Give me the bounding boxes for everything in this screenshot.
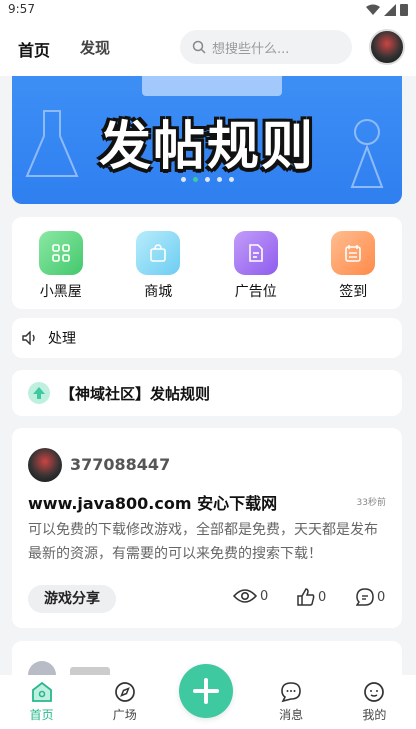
comment-button[interactable]: 0 (356, 588, 385, 606)
likes-count: 0 (318, 589, 327, 605)
tab-discover[interactable]: 发现 (80, 37, 110, 58)
battery-icon (400, 4, 408, 16)
plus-icon (193, 678, 219, 704)
document-icon (233, 231, 278, 275)
post-body[interactable]: 可以免费的下载修改游戏，全部都是免费，天天都是发布最新的资源，有需要的可以来免费… (28, 518, 388, 566)
avatar[interactable] (369, 29, 405, 65)
wifi-icon (366, 4, 380, 15)
carousel-dot-active[interactable] (192, 177, 198, 182)
tab-label: 消息 (279, 708, 304, 722)
quick-link-ads[interactable]: 广告位 (221, 231, 291, 309)
tab-label: 我的 (362, 708, 387, 722)
eye-icon (233, 589, 257, 603)
post-username[interactable]: 377088447 (70, 455, 170, 474)
tab-bar-profile[interactable]: 我的 (333, 675, 416, 729)
tab-bar-home[interactable]: 首页 (0, 675, 83, 729)
calendar-icon (331, 231, 376, 275)
comment-icon (356, 588, 374, 606)
chat-icon (281, 682, 301, 703)
notice-bar[interactable]: 处理 (12, 318, 402, 358)
like-button[interactable]: 0 (297, 588, 326, 606)
quick-link-label: 签到 (339, 284, 368, 300)
notice-text: 处理 (48, 331, 76, 347)
post-avatar[interactable] (28, 448, 62, 482)
quick-link-checkin[interactable]: 签到 (318, 231, 388, 309)
carousel-dot[interactable] (228, 177, 234, 182)
views-count: 0 (260, 588, 269, 604)
tab-home[interactable]: 首页 (18, 37, 51, 61)
banner-decoration (142, 76, 282, 96)
banner-title: 发帖规则 (98, 117, 315, 177)
compass-icon (114, 682, 135, 702)
carousel-dot[interactable] (216, 177, 222, 182)
views-stat[interactable]: 0 (233, 588, 268, 604)
search-input[interactable]: 想搜些什么... (180, 30, 352, 64)
rules-banner[interactable]: 【神域社区】发帖规则 (12, 370, 402, 416)
post-tag[interactable]: 游戏分享 (28, 585, 116, 613)
status-icons (366, 3, 408, 16)
carousel-dot[interactable] (180, 177, 186, 182)
home-icon (31, 681, 52, 702)
grid-icon (38, 231, 83, 275)
quick-link-label: 商城 (144, 284, 173, 300)
face-icon (364, 682, 385, 702)
top-header: 首页 发现 想搜些什么... (0, 20, 416, 76)
post-card[interactable]: 377088447 www.java800.com 安心下载网 33秒前 可以免… (12, 428, 402, 628)
comments-count: 0 (377, 589, 386, 605)
tab-bar-square[interactable]: 广场 (83, 675, 166, 729)
banner-carousel[interactable]: 发帖规则 (12, 76, 402, 204)
arrow-up-icon (28, 382, 50, 404)
tab-bar-messages[interactable]: 消息 (250, 675, 333, 729)
post-time: 33秒前 (356, 498, 386, 508)
quick-link-blacklist[interactable]: 小黑屋 (26, 231, 96, 309)
status-bar: 9:57 (0, 0, 416, 20)
quick-link-label: 广告位 (234, 284, 277, 300)
speaker-icon (22, 331, 35, 345)
thumbs-up-icon (297, 588, 315, 606)
rules-text: 【神域社区】发帖规则 (60, 384, 211, 403)
quick-link-shop[interactable]: 商城 (123, 231, 193, 309)
status-time: 9:57 (8, 2, 35, 16)
search-icon (192, 40, 206, 54)
tab-label: 广场 (112, 708, 137, 722)
post-title[interactable]: www.java800.com 安心下载网 (28, 490, 277, 514)
carousel-dots (12, 177, 402, 182)
quick-link-label: 小黑屋 (39, 284, 82, 300)
tab-label: 首页 (29, 708, 54, 722)
signal-icon (384, 3, 396, 16)
carousel-dot[interactable] (204, 177, 210, 182)
shopping-bag-icon (136, 231, 181, 275)
quick-links: 小黑屋 商城 广告位 签到 (12, 217, 402, 309)
search-placeholder: 想搜些什么... (212, 41, 290, 57)
create-post-button[interactable] (179, 664, 233, 718)
